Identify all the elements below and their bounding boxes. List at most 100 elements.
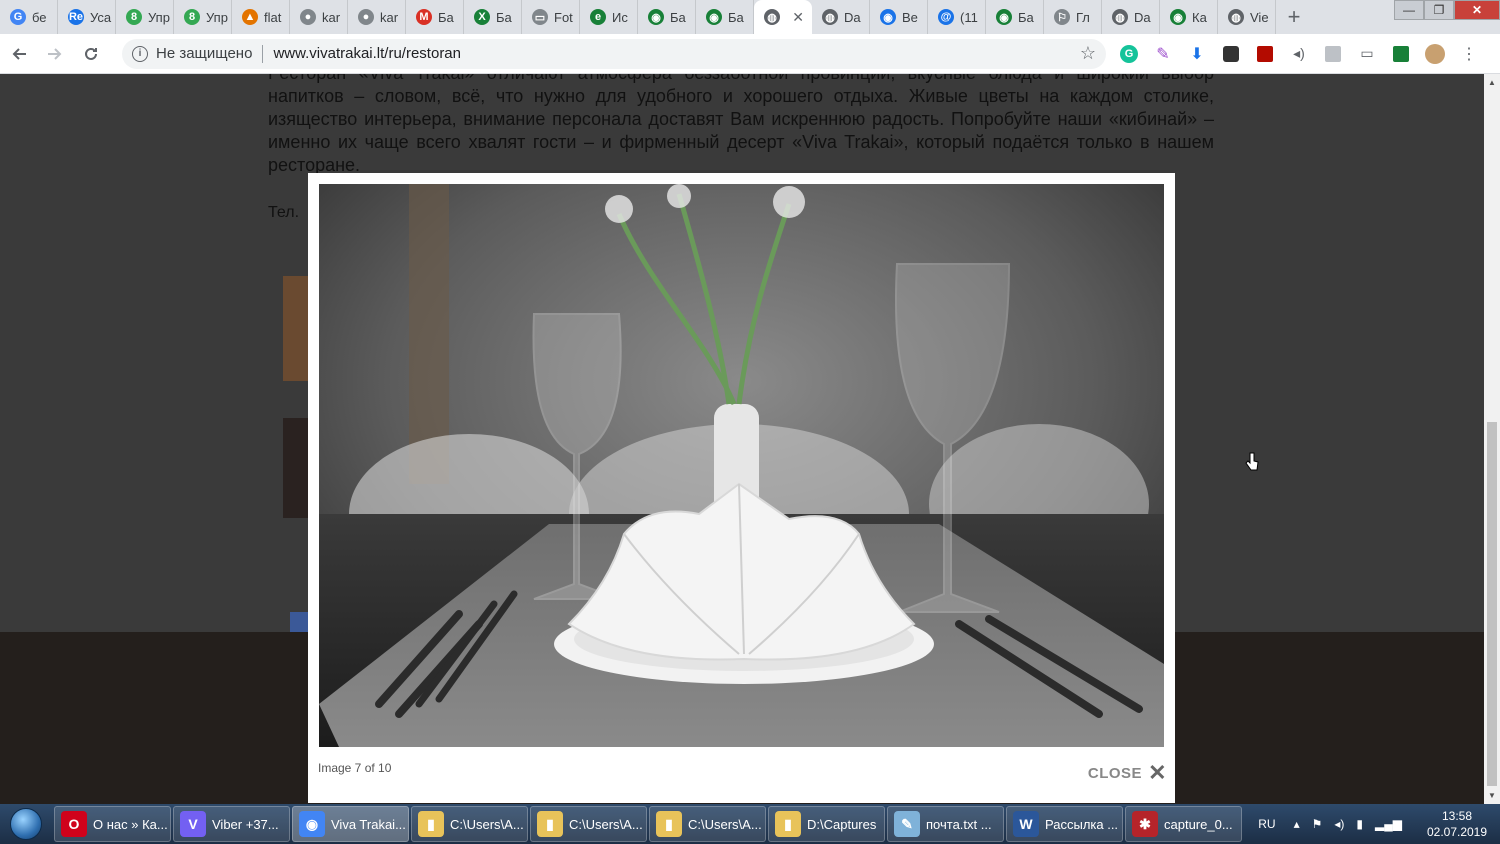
browser-tab[interactable]: ▭ Fot [522, 0, 580, 34]
address-bar[interactable]: i Не защищено www.vivatrakai.lt/ru/resto… [122, 38, 1106, 69]
menu-kebab-icon[interactable]: ⋮ [1452, 37, 1486, 71]
pen-extension-icon[interactable]: ✎ [1146, 37, 1180, 71]
browser-tab[interactable]: ◉ Ба [638, 0, 696, 34]
taskbar-app-icon: W [1013, 811, 1039, 837]
window-controls: — ❐ ✕ [1394, 0, 1500, 20]
browser-tab[interactable]: 8 Упр [116, 0, 174, 34]
start-button[interactable] [0, 804, 52, 844]
forward-button[interactable] [38, 37, 72, 71]
tab-favicon-icon: e [590, 9, 606, 25]
gallery-thumbnail[interactable] [283, 418, 309, 518]
info-icon[interactable]: i [132, 45, 148, 62]
taskbar-item[interactable]: ▮ C:\Users\A... [411, 806, 528, 842]
reload-button[interactable] [74, 37, 108, 71]
clock[interactable]: 13:58 02.07.2019 [1414, 808, 1500, 840]
tab-label: Ба [1018, 9, 1034, 25]
tab-favicon-icon: ◉ [996, 9, 1012, 25]
scroll-up-icon[interactable]: ▲ [1488, 78, 1496, 87]
browser-tab[interactable]: ● kar [348, 0, 406, 34]
gallery-thumbnail[interactable] [283, 276, 309, 381]
sheet-extension-icon[interactable] [1384, 37, 1418, 71]
taskbar-item[interactable]: O О нас » Ка... [54, 806, 171, 842]
tab-label: Da [1134, 9, 1151, 25]
browser-tab[interactable]: ◍ ✕ [754, 0, 812, 34]
browser-tab[interactable]: Gбе [0, 0, 58, 34]
browser-tab[interactable]: ◍ Da [812, 0, 870, 34]
taskbar-app-icon: ▮ [775, 811, 801, 837]
tel-label: Тел. [268, 204, 300, 221]
browser-tab[interactable]: ◍ Vie [1218, 0, 1276, 34]
pdf-extension-icon[interactable] [1248, 37, 1282, 71]
browser-tab[interactable]: X Ба [464, 0, 522, 34]
grey-extension-icon[interactable] [1316, 37, 1350, 71]
bookmark-star-icon[interactable]: ☆ [1080, 43, 1096, 64]
browser-tab[interactable]: ◍ Da [1102, 0, 1160, 34]
taskbar-item[interactable]: V Viber +37... [173, 806, 290, 842]
audio-extension-icon[interactable]: ◂) [1282, 37, 1316, 71]
grammarly-icon[interactable]: G [1112, 37, 1146, 71]
browser-tab[interactable]: ◉ Ве [870, 0, 928, 34]
lightbox-photo [319, 184, 1164, 747]
taskbar-item[interactable]: W Рассылка ... [1006, 806, 1123, 842]
taskbar-item[interactable]: ▮ C:\Users\A... [649, 806, 766, 842]
browser-tab[interactable]: e Ис [580, 0, 638, 34]
tab-label: kar [322, 9, 341, 25]
tray-expand-icon[interactable]: ▴ [1294, 817, 1300, 831]
tab-label: Ба [438, 9, 454, 25]
profile-avatar[interactable] [1418, 37, 1452, 71]
taskbar-item[interactable]: ◉ Viva Trakai... [292, 806, 409, 842]
browser-tab[interactable]: 8 Упр [174, 0, 232, 34]
taskbar-app-icon: ▮ [656, 811, 682, 837]
cast-extension-icon[interactable]: ▭ [1350, 37, 1384, 71]
power-icon[interactable]: ▮ [1356, 817, 1363, 831]
tab-favicon-icon: X [474, 9, 490, 25]
tab-close-icon[interactable]: ✕ [792, 9, 804, 26]
browser-tab[interactable]: Re Уса [58, 0, 116, 34]
back-button[interactable] [2, 37, 36, 71]
browser-tab[interactable]: @ (11 [928, 0, 986, 34]
scroll-down-icon[interactable]: ▼ [1488, 791, 1496, 800]
taskbar-item[interactable]: ▮ C:\Users\A... [530, 806, 647, 842]
taskbar-item[interactable]: ✎ почта.txt ... [887, 806, 1004, 842]
taskbar-app-icon: V [180, 811, 206, 837]
action-center-icon[interactable]: ⚑ [1312, 817, 1323, 831]
url-text[interactable]: www.vivatrakai.lt/ru/restoran [273, 45, 461, 62]
minimize-button[interactable]: — [1394, 0, 1424, 20]
tab-favicon-icon: ◍ [822, 9, 838, 25]
network-icon[interactable]: ▂▄▆ [1375, 817, 1402, 831]
tab-favicon-icon: ▲ [242, 9, 258, 25]
tab-favicon-icon: ◉ [1170, 9, 1186, 25]
browser-tab[interactable]: ◉ Ка [1160, 0, 1218, 34]
taskbar-app-icon: ✱ [1132, 811, 1158, 837]
browser-tab[interactable]: ● kar [290, 0, 348, 34]
taskbar-item-label: О нас » Ка... [93, 816, 168, 832]
restore-button[interactable]: ❐ [1424, 0, 1454, 20]
page-scrollbar[interactable]: ▲ ▼ [1484, 74, 1500, 804]
close-label: CLOSE [1087, 764, 1143, 782]
new-tab-button[interactable]: + [1276, 0, 1312, 34]
window-close-button[interactable]: ✕ [1454, 0, 1500, 20]
taskbar-item-label: Viber +37... [212, 816, 279, 832]
browser-tab[interactable]: ◉ Ба [986, 0, 1044, 34]
browser-tab[interactable]: ▲ flat [232, 0, 290, 34]
browser-tab[interactable]: ⚐ Гл [1044, 0, 1102, 34]
taskbar-app-icon: O [61, 811, 87, 837]
facebook-button[interactable] [290, 612, 308, 632]
lightbox-close-button[interactable]: CLOSE ✕ [1087, 762, 1167, 784]
taskbar-item-label: C:\Users\A... [450, 816, 524, 832]
browser-tab[interactable]: M Ба [406, 0, 464, 34]
download-extension-icon[interactable]: ⬇ [1180, 37, 1214, 71]
tab-label: Ве [902, 9, 918, 25]
tab-strip: Gбе Re Уса 8 Упр 8 Упр ▲ flat ● kar ● kar M Ба X Ба ▭ Fot e… [0, 0, 1500, 34]
taskbar-item[interactable]: ✱ capture_0... [1125, 806, 1242, 842]
browser-tab[interactable]: ◉ Ба [696, 0, 754, 34]
taskbar-item[interactable]: ▮ D:\Captures [768, 806, 885, 842]
dark-extension-icon[interactable] [1214, 37, 1248, 71]
scrollbar-thumb[interactable] [1487, 422, 1497, 786]
volume-icon[interactable]: ◂) [1334, 817, 1344, 831]
omnibox-separator [262, 44, 264, 63]
tab-favicon-icon: ◍ [764, 9, 780, 25]
taskbar-item-label: C:\Users\A... [569, 816, 643, 832]
tab-favicon-icon: ● [358, 9, 374, 25]
language-indicator[interactable]: RU [1258, 817, 1275, 831]
